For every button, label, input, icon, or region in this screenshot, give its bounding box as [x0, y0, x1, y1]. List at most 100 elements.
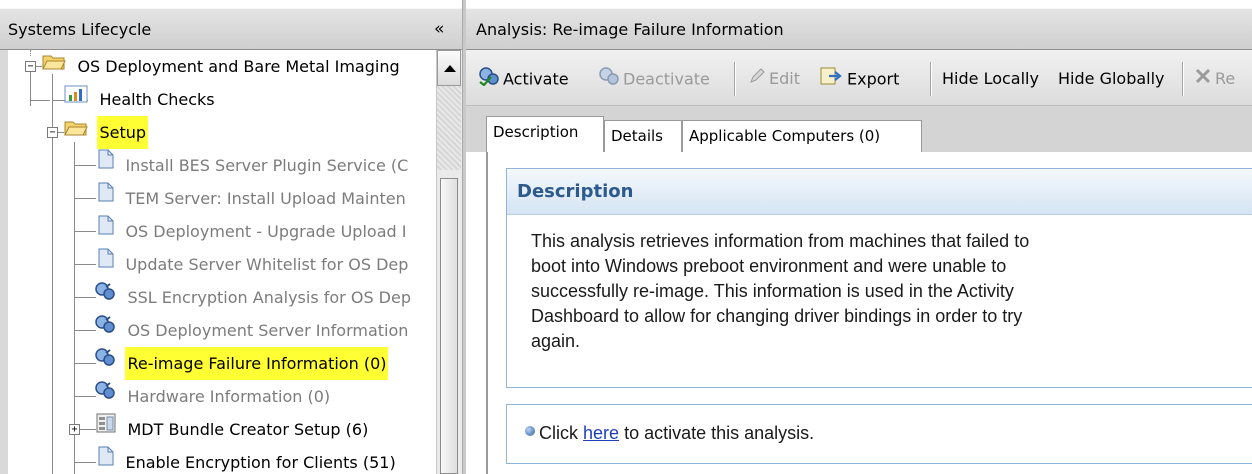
- pencil-icon: [748, 67, 766, 93]
- tab-details[interactable]: Details: [604, 120, 682, 152]
- dashboard-icon: [96, 413, 116, 446]
- tree-connector: [74, 198, 96, 199]
- tree-item-update-whitelist[interactable]: Update Server Whitelist for OS Dep: [98, 248, 410, 281]
- folder-open-icon: [64, 116, 88, 149]
- toolbar-separator: [930, 62, 932, 96]
- tree-item-mdt-bundle-creator[interactable]: MDT Bundle Creator Setup (6): [96, 413, 370, 446]
- action-suffix: to activate this analysis.: [624, 423, 815, 443]
- tree-item-hardware-info[interactable]: Hardware Information (0): [94, 380, 332, 413]
- left-pane-header: Systems Lifecycle «: [0, 8, 462, 50]
- tree-item-health-checks[interactable]: Health Checks: [64, 83, 217, 116]
- action-line: Click here to activate this analysis.: [525, 423, 815, 444]
- toolbar-separator: [1182, 62, 1184, 96]
- tree-connector: [74, 297, 96, 298]
- tree-item-label: Health Checks: [99, 90, 215, 109]
- chart-icon: [64, 83, 88, 116]
- tree-item-os-deployment-server-info[interactable]: OS Deployment Server Information: [94, 314, 410, 347]
- tree-connector: [30, 100, 50, 101]
- tree-item-reimage-failure-info[interactable]: Re-image Failure Information (0): [94, 347, 389, 380]
- hide-locally-button[interactable]: Hide Locally: [942, 66, 1039, 92]
- description-panel: Description This analysis retrieves info…: [506, 168, 1252, 388]
- tree-item-label: OS Deployment Server Information: [127, 321, 409, 340]
- description-text: This analysis retrieves information from…: [531, 229, 1221, 354]
- expand-mdt-toggle[interactable]: +: [69, 424, 80, 435]
- hide-globally-button[interactable]: Hide Globally: [1058, 66, 1165, 92]
- tree-item-label: Setup: [97, 116, 149, 149]
- tree-item-label: OS Deployment - Upgrade Upload I: [125, 222, 407, 241]
- right-pane-header: Analysis: Re-image Failure Information: [466, 8, 1252, 50]
- tab-description[interactable]: Description: [486, 116, 604, 153]
- scroll-up-button[interactable]: [437, 50, 461, 86]
- tree-item-setup[interactable]: Setup: [64, 116, 149, 149]
- action-panel: Click here to activate this analysis.: [506, 404, 1252, 464]
- remove-label: Re: [1215, 69, 1236, 88]
- left-pane-title: Systems Lifecycle: [8, 20, 152, 39]
- scroll-track[interactable]: [437, 86, 461, 170]
- edit-button[interactable]: Edit: [748, 66, 800, 92]
- tree-scrollbar[interactable]: [436, 50, 462, 474]
- tree-gutter: [0, 50, 8, 474]
- deactivate-icon: [598, 66, 620, 94]
- collapse-pane-button[interactable]: «: [434, 19, 444, 39]
- document-icon: [98, 182, 114, 215]
- hide-globally-label: Hide Globally: [1058, 69, 1165, 88]
- analysis-tabs: Description Details Applicable Computers…: [466, 106, 1252, 153]
- tree-item-os-deployment[interactable]: OS Deployment and Bare Metal Imaging: [42, 50, 402, 83]
- deactivate-label: Deactivate: [623, 69, 710, 89]
- description-line: This analysis retrieves information from…: [531, 231, 1030, 251]
- description-line: Dashboard to allow for changing driver b…: [531, 306, 1023, 326]
- description-heading: Description: [517, 181, 634, 202]
- description-content: Description This analysis retrieves info…: [486, 152, 1252, 474]
- remove-button[interactable]: Re: [1194, 66, 1235, 92]
- action-prefix: Click: [539, 423, 578, 443]
- export-icon: [820, 66, 844, 94]
- tree-item-tem-server-upload[interactable]: TEM Server: Install Upload Mainten: [98, 182, 408, 215]
- tree-item-label: SSL Encryption Analysis for OS Dep: [127, 288, 411, 307]
- document-icon: [98, 215, 114, 248]
- analysis-title: Analysis: Re-image Failure Information: [476, 20, 784, 39]
- tree-connector: [30, 50, 31, 56]
- analysis-icon: [94, 347, 116, 380]
- remove-x-icon: [1194, 67, 1212, 93]
- tree-connector: [74, 231, 96, 232]
- description-panel-header: Description: [507, 169, 1252, 215]
- activate-here-link[interactable]: here: [583, 423, 619, 443]
- tree-connector: [74, 396, 96, 397]
- document-icon: [98, 248, 114, 281]
- tab-label: Description: [493, 123, 579, 141]
- folder-open-icon: [42, 50, 66, 83]
- tab-applicable-computers[interactable]: Applicable Computers (0): [682, 120, 922, 152]
- toolbar-separator: [734, 62, 736, 96]
- deactivate-button[interactable]: Deactivate: [598, 66, 710, 92]
- analysis-toolbar: Activate Deactivate Edit Export Hide Loc…: [466, 50, 1252, 106]
- activate-icon: [478, 66, 500, 94]
- activate-label: Activate: [503, 69, 569, 89]
- tree-connector: [74, 330, 96, 331]
- analysis-pane: Analysis: Re-image Failure Information A…: [466, 0, 1252, 474]
- description-line: boot into Windows preboot environment an…: [531, 256, 1007, 276]
- activate-button[interactable]: Activate: [478, 66, 569, 92]
- tree-item-ssl-encryption-analysis[interactable]: SSL Encryption Analysis for OS Dep: [94, 281, 413, 314]
- document-icon: [98, 446, 114, 474]
- collapse-setup-toggle[interactable]: −: [47, 127, 58, 138]
- export-button[interactable]: Export: [820, 66, 899, 92]
- analysis-icon: [94, 380, 116, 413]
- collapse-root-toggle[interactable]: −: [25, 61, 36, 72]
- tree-item-install-bes-plugin[interactable]: Install BES Server Plugin Service (C: [98, 149, 410, 182]
- tree-item-label: Install BES Server Plugin Service (C: [125, 156, 409, 175]
- tree-connector: [74, 165, 96, 166]
- bullet-icon: [525, 426, 535, 436]
- scroll-thumb[interactable]: [440, 178, 458, 474]
- analysis-icon: [94, 314, 116, 347]
- tree-connector: [74, 264, 96, 265]
- tree-item-label: MDT Bundle Creator Setup (6): [127, 420, 369, 439]
- tab-label: Details: [611, 127, 664, 145]
- navigation-tree: − − + OS Deployment and Bare Metal Imagi…: [8, 50, 436, 474]
- tree-item-label: Enable Encryption for Clients (51): [125, 453, 396, 472]
- systems-lifecycle-pane: Systems Lifecycle « − − + OS Deployment …: [0, 0, 462, 474]
- tree-item-upgrade-upload[interactable]: OS Deployment - Upgrade Upload I: [98, 215, 408, 248]
- tree-connector: [74, 462, 96, 463]
- export-label: Export: [847, 69, 900, 89]
- tree-item-label: Update Server Whitelist for OS Dep: [125, 255, 409, 274]
- tree-item-enable-encryption[interactable]: Enable Encryption for Clients (51): [98, 446, 398, 474]
